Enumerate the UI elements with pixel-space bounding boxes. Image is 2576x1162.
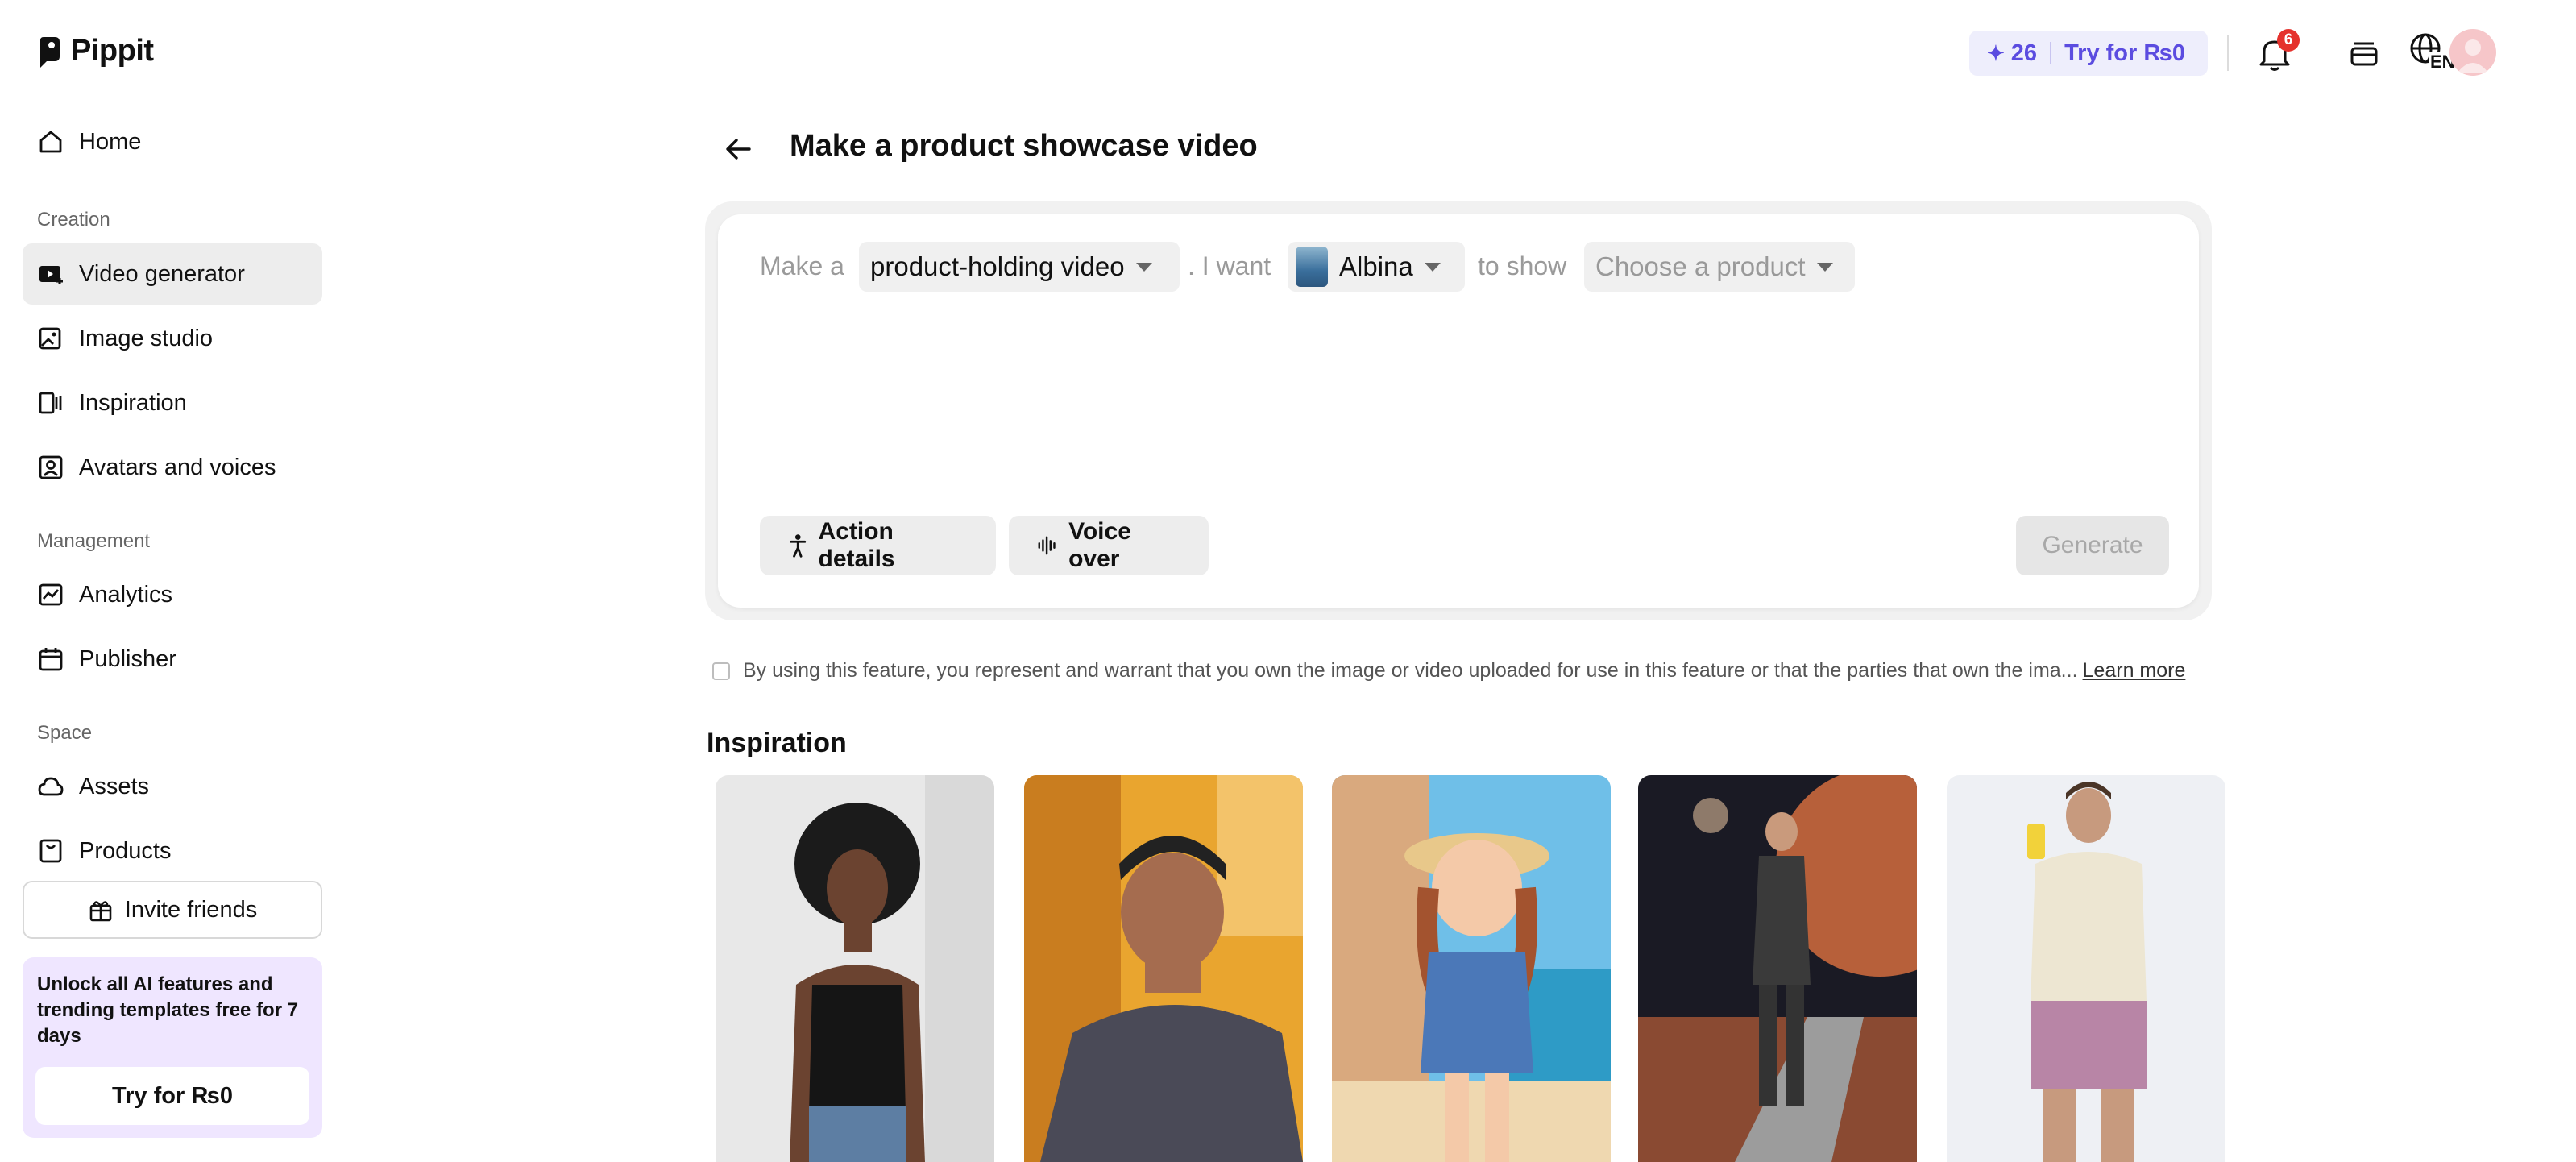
waveform-icon [1038, 536, 1056, 555]
sidebar-item-label: Inspiration [79, 389, 187, 416]
inspiration-card[interactable] [1947, 775, 2225, 1162]
inspiration-card[interactable] [1638, 775, 1917, 1162]
section-management: Management [37, 530, 151, 552]
inspiration-thumbnail [1024, 775, 1303, 1162]
inspiration-card[interactable] [716, 775, 994, 1162]
user-avatar[interactable] [2449, 29, 2496, 76]
learn-more-link[interactable]: Learn more [2083, 659, 2186, 683]
sidebar-item-video-generator[interactable]: Video generator [23, 243, 322, 305]
video-type-value: product-holding video [870, 251, 1125, 281]
logo[interactable]: Pippit [37, 34, 154, 68]
inspiration-thumbnail [1947, 775, 2225, 1162]
consent-row: By using this feature, you represent and… [712, 659, 2185, 683]
action-figure-icon [790, 534, 807, 558]
sidebar-item-label: Avatars and voices [79, 454, 276, 480]
sidebar-item-products[interactable]: Products [23, 820, 322, 882]
sidebar-item-label: Assets [79, 773, 150, 799]
try-label: Try for ₨0 [2064, 39, 2186, 66]
home-icon [39, 131, 62, 153]
video-type-dropdown[interactable]: product-holding video [859, 242, 1180, 292]
chevron-down-icon [1816, 262, 1833, 272]
inspiration-icon [39, 392, 62, 414]
arrow-left-icon [726, 139, 751, 160]
credits-pill[interactable]: ✦ 26 Try for ₨0 [1969, 31, 2208, 76]
sidebar-item-avatars-voices[interactable]: Avatars and voices [23, 437, 322, 498]
consent-text: By using this feature, you represent and… [743, 659, 2078, 682]
chevron-down-icon [1135, 262, 1152, 272]
inspiration-card[interactable] [1024, 775, 1303, 1162]
sidebar-item-image-studio[interactable]: Image studio [23, 308, 322, 369]
sidebar-item-home[interactable]: Home [23, 111, 322, 172]
generate-button[interactable]: Generate [2016, 516, 2169, 575]
inspiration-thumbnail [1638, 775, 1917, 1162]
promo-try-button[interactable]: Try for ₨0 [35, 1067, 309, 1125]
notification-badge: 6 [2277, 29, 2300, 52]
sidebar-item-label: Products [79, 837, 172, 864]
prompt-to-show: to show [1478, 251, 1567, 280]
voice-over-label: Voice over [1068, 518, 1131, 572]
divider [2050, 42, 2052, 64]
sparkle-icon: ✦ [1987, 40, 2005, 65]
sidebar-item-inspiration[interactable]: Inspiration [23, 372, 322, 434]
product-dropdown[interactable]: Choose a product [1584, 242, 1855, 292]
action-details-button[interactable]: Action details [760, 516, 996, 575]
section-space: Space [37, 722, 93, 744]
voice-over-button[interactable]: Voice over [1009, 516, 1209, 575]
prompt-i-want: . I want [1188, 251, 1271, 280]
consent-checkbox[interactable] [712, 662, 730, 680]
inspiration-heading: Inspiration [707, 728, 847, 758]
video-generator-icon [39, 266, 63, 284]
invite-friends-button[interactable]: Invite friends [23, 881, 322, 939]
action-details-label: Action details [818, 518, 895, 572]
sidebar-item-analytics[interactable]: Analytics [23, 564, 322, 625]
avatar-name: Albina [1339, 251, 1413, 281]
avatar-dropdown[interactable]: Albina [1288, 242, 1465, 292]
language-button[interactable]: EN [2409, 32, 2457, 73]
layers-button[interactable] [2348, 37, 2380, 69]
product-box-icon [39, 839, 62, 863]
sidebar-item-label: Home [79, 128, 142, 155]
sidebar-item-publisher[interactable]: Publisher [23, 629, 322, 690]
chevron-down-icon [1424, 262, 1441, 272]
promo-text: Unlock all AI features and trending temp… [37, 973, 299, 1047]
inspiration-card[interactable] [1332, 775, 1611, 1162]
inspiration-thumbnail [716, 775, 994, 1162]
sidebar-item-label: Analytics [79, 581, 173, 608]
image-studio-icon [39, 327, 61, 350]
back-button[interactable] [722, 133, 754, 165]
analytics-icon [39, 583, 63, 606]
page-title: Make a product showcase video [790, 129, 1258, 163]
inspiration-thumbnail [1332, 775, 1611, 1162]
avatar-icon [39, 455, 63, 479]
sidebar-item-assets[interactable]: Assets [23, 756, 322, 817]
promo-card: Unlock all AI features and trending temp… [23, 957, 322, 1138]
sidebar: Pippit Home Creation Video generator Ima… [0, 0, 338, 1152]
section-creation: Creation [37, 209, 110, 230]
credits-count: 26 [2010, 39, 2038, 66]
invite-label: Invite friends [124, 896, 258, 923]
gift-icon [89, 901, 112, 922]
topbar-divider [2227, 35, 2229, 71]
calendar-icon [39, 648, 63, 671]
product-placeholder: Choose a product [1595, 251, 1806, 281]
prompt-make-a: Make a [760, 251, 844, 280]
avatar-thumbnail [1296, 247, 1328, 287]
sidebar-item-label: Video generator [79, 260, 245, 287]
user-icon [2458, 39, 2488, 73]
cloud-icon [38, 777, 64, 796]
pippit-logo-icon [40, 36, 60, 68]
sidebar-item-label: Image studio [79, 325, 214, 351]
sidebar-item-label: Publisher [79, 645, 176, 672]
stack-icon [2350, 42, 2378, 66]
app-name: Pippit [71, 34, 154, 68]
